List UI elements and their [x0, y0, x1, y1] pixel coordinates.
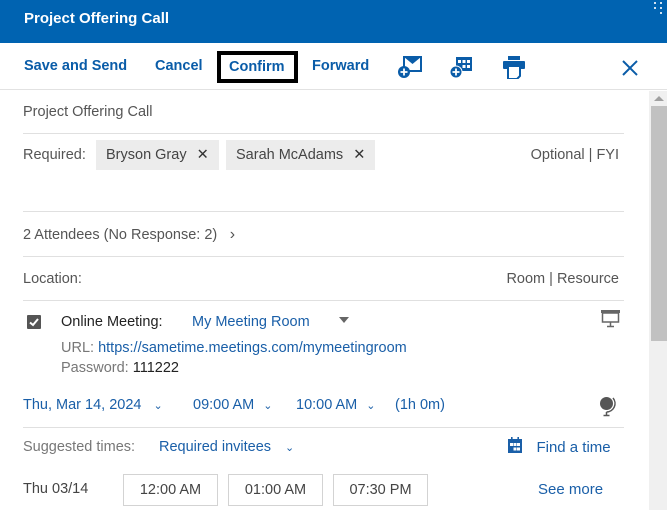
cancel-button[interactable]: Cancel — [155, 58, 203, 74]
time-zone-globe-icon[interactable] — [598, 395, 618, 417]
suggested-time-button[interactable]: 01:00 AM — [228, 474, 323, 506]
subject-field[interactable]: Project Offering Call — [23, 104, 624, 120]
meeting-room-dropdown[interactable]: My Meeting Room — [192, 314, 310, 330]
scrollbar-thumb[interactable] — [651, 106, 667, 341]
meeting-url-link[interactable]: https://sametime.meetings.com/mymeetingr… — [98, 340, 407, 356]
attendee-summary-text: 2 Attendees (No Response: 2) — [23, 227, 218, 243]
suggested-filter-dropdown[interactable]: Required invitees ⌄ — [159, 439, 294, 455]
find-a-time-label: Find a time — [536, 439, 611, 456]
divider — [23, 133, 624, 134]
print-icon[interactable] — [501, 55, 527, 80]
chevron-down-icon: ⌄ — [263, 400, 273, 412]
chevron-down-icon: ⌄ — [285, 442, 295, 454]
divider — [23, 256, 624, 257]
meeting-form: Project Offering Call Required: Bryson G… — [0, 91, 648, 510]
suggested-times-label: Suggested times: — [23, 439, 136, 455]
divider — [23, 427, 624, 428]
online-meeting-checkbox[interactable] — [27, 315, 41, 329]
attendee-name: Bryson Gray — [106, 147, 187, 163]
find-a-time-button[interactable]: Find a time — [507, 437, 611, 457]
attendee-chip: Sarah McAdams ✕ — [226, 140, 376, 170]
forward-button[interactable]: Forward — [312, 58, 369, 74]
close-icon[interactable] — [619, 57, 641, 79]
location-label[interactable]: Location: — [23, 271, 82, 287]
meeting-url-row: URL: https://sametime.meetings.com/mymee… — [61, 340, 407, 356]
remove-attendee-icon[interactable]: ✕ — [353, 147, 365, 163]
remove-attendee-icon[interactable]: ✕ — [197, 147, 209, 163]
online-meeting-label: Online Meeting: — [61, 314, 163, 330]
required-label: Required: — [23, 147, 86, 163]
chevron-down-icon: ⌄ — [366, 400, 376, 412]
attendee-name: Sarah McAdams — [236, 147, 344, 163]
divider — [23, 211, 624, 212]
start-time-dropdown[interactable]: 09:00 AM ⌄ — [193, 397, 272, 413]
attendee-chip: Bryson Gray ✕ — [96, 140, 219, 170]
resize-grip-icon[interactable] — [654, 2, 664, 16]
confirm-button-label: Confirm — [229, 59, 285, 75]
suggested-time-button[interactable]: 07:30 PM — [333, 474, 428, 506]
password-label: Password: — [61, 360, 129, 376]
start-time-value: 09:00 AM — [193, 397, 255, 413]
suggestion-day-label: Thu 03/14 — [23, 481, 89, 497]
url-label: URL: — [61, 340, 95, 356]
suggested-filter-value: Required invitees — [159, 439, 272, 455]
presentation-icon[interactable] — [600, 309, 622, 329]
new-message-icon[interactable] — [397, 55, 423, 79]
date-dropdown[interactable]: Thu, Mar 14, 2024 ⌄ — [23, 397, 163, 413]
duration-text: (1h 0m) — [395, 397, 445, 413]
date-value: Thu, Mar 14, 2024 — [23, 397, 142, 413]
room-resource-link[interactable]: Room | Resource — [506, 271, 619, 287]
title-bar: Project Offering Call — [0, 0, 667, 43]
meeting-password-row: Password: 111222 — [61, 360, 179, 376]
end-time-value: 10:00 AM — [296, 397, 358, 413]
chevron-right-icon: › — [229, 226, 236, 243]
suggested-time-button[interactable]: 12:00 AM — [123, 474, 218, 506]
end-time-dropdown[interactable]: 10:00 AM ⌄ — [296, 397, 375, 413]
date-time-row: Thu, Mar 14, 2024 ⌄ 09:00 AM ⌄ 10:00 AM ⌄ (… — [23, 397, 445, 413]
attendee-summary[interactable]: 2 Attendees (No Response: 2) › — [23, 226, 624, 244]
vertical-scrollbar[interactable] — [649, 91, 667, 510]
new-calendar-entry-icon[interactable] — [449, 55, 475, 79]
window-title: Project Offering Call — [24, 10, 170, 27]
save-and-send-button[interactable]: Save and Send — [24, 58, 127, 74]
calendar-icon — [508, 437, 522, 453]
divider — [23, 300, 624, 301]
optional-fyi-link[interactable]: Optional | FYI — [531, 147, 619, 163]
scroll-up-arrow-icon[interactable] — [649, 91, 667, 105]
toolbar: Save and Send Cancel Confirm Forward — [0, 43, 667, 90]
caret-down-icon[interactable] — [339, 317, 349, 323]
chevron-down-icon: ⌄ — [153, 400, 163, 412]
see-more-link[interactable]: See more — [538, 481, 603, 498]
confirm-button[interactable]: Confirm — [217, 51, 298, 83]
password-value: 111222 — [132, 360, 179, 376]
